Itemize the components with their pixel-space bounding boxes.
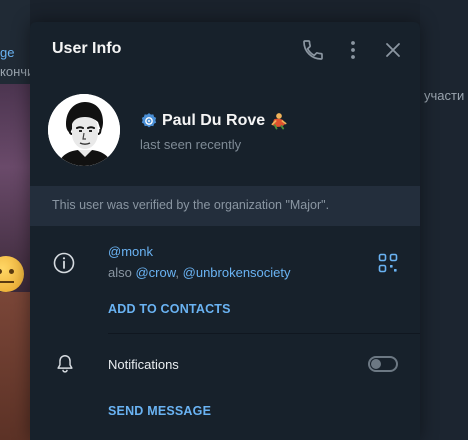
background-text-right: участи <box>424 88 465 103</box>
bell-icon <box>57 355 73 373</box>
verified-badge-icon <box>140 112 158 130</box>
profile-section: Paul Du Rove last seen recently <box>30 88 420 188</box>
verification-text: This user was verified by the organizati… <box>52 198 330 212</box>
info-icon <box>53 252 75 274</box>
verification-notice: This user was verified by the organizati… <box>30 186 420 226</box>
send-message-button[interactable]: SEND MESSAGE <box>108 404 211 418</box>
background-text-1: ge <box>0 45 15 60</box>
dialog-title: User Info <box>52 40 122 57</box>
user-info-dialog: User Info Paul Du Rove last seen recentl… <box>30 22 420 440</box>
username-crow-link[interactable]: @crow <box>135 265 175 280</box>
user-name: Paul Du Rove <box>162 112 266 129</box>
username-separator: , <box>175 265 183 280</box>
more-vertical-icon[interactable] <box>341 38 365 62</box>
background-photo-2 <box>0 292 30 440</box>
notifications-toggle[interactable] <box>368 356 398 372</box>
dialog-header: User Info <box>30 22 420 78</box>
close-icon[interactable] <box>381 38 405 62</box>
username-link[interactable]: @monk <box>108 244 153 259</box>
section-divider <box>108 333 420 334</box>
qr-code-icon[interactable] <box>378 253 398 273</box>
notifications-label: Notifications <box>108 357 179 372</box>
toggle-knob <box>371 359 381 369</box>
last-seen-status: last seen recently <box>140 137 242 152</box>
emoji-status-icon[interactable] <box>269 111 289 131</box>
also-label: also <box>108 265 136 280</box>
username-unbrokensociety-link[interactable]: @unbrokensociety <box>183 265 291 280</box>
phone-icon[interactable] <box>301 38 325 62</box>
background-chat-area <box>420 0 468 440</box>
add-to-contacts-button[interactable]: ADD TO CONTACTS <box>108 302 231 316</box>
name-row: Paul Du Rove <box>140 111 289 131</box>
avatar[interactable] <box>48 94 120 166</box>
also-usernames: also @crow, @unbrokensociety <box>108 265 291 280</box>
